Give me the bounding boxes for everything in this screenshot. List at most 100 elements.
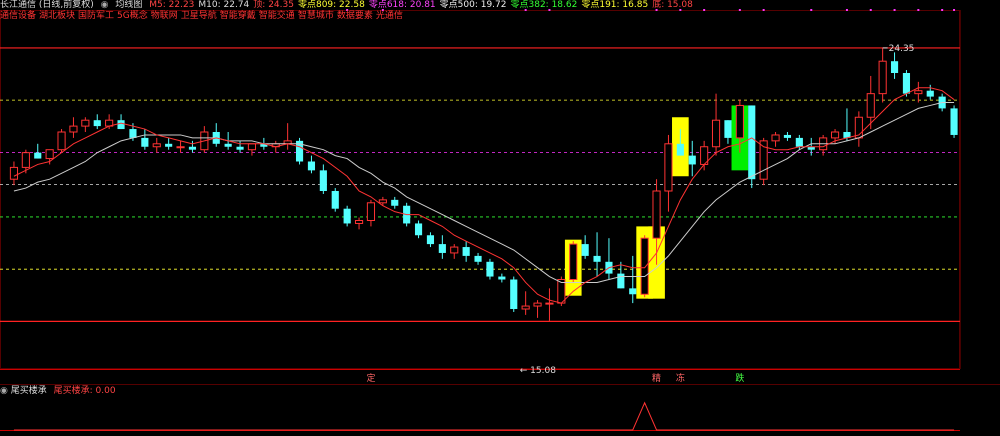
candle-body <box>34 152 42 159</box>
candle-body <box>748 105 756 180</box>
signal-label: 定 <box>366 372 375 384</box>
candle-body <box>188 146 197 150</box>
sub-chart-value: 尾买楼承: 0.00 <box>53 386 116 396</box>
indicator-icon: ◉ <box>100 0 109 10</box>
candle-body <box>688 155 696 165</box>
concept-tag[interactable]: 智能穿戴 <box>220 11 256 21</box>
ma-legend-item: M10: 22.74 <box>198 0 250 10</box>
candle-body <box>438 244 446 253</box>
main-chart-frame <box>0 10 960 369</box>
candle-body <box>533 302 542 307</box>
candle-body <box>557 279 566 304</box>
candle-body <box>378 199 387 204</box>
sub-chart-icon: ◉ <box>0 386 8 396</box>
candle-body <box>914 90 923 95</box>
ma-legend-item: M5: 22.23 <box>149 0 195 10</box>
concept-tag[interactable]: 智能交通 <box>259 11 295 21</box>
candle-body <box>652 190 661 239</box>
sub-chart-header: ◉ 尾买楼承 尾买楼承: 0.00 <box>0 386 116 396</box>
concept-tag[interactable]: 智慧城市 <box>298 11 334 21</box>
candle-body <box>676 143 684 156</box>
candle-body <box>521 305 530 310</box>
candle-body <box>307 161 316 171</box>
ma-legend-item: 底: 15.08 <box>652 0 693 10</box>
candle-body <box>795 137 803 147</box>
ma-legend-item: 顶: 24.35 <box>253 0 294 10</box>
candle-body <box>724 120 732 138</box>
candle-body <box>640 237 649 295</box>
candle-body <box>711 119 721 148</box>
candle-body <box>236 146 244 150</box>
candle-body <box>771 134 780 142</box>
candle-body <box>890 61 899 73</box>
candle-body <box>735 104 744 139</box>
candle-body <box>165 143 173 147</box>
candle-body <box>391 199 399 206</box>
signal-label: 精 <box>652 372 661 384</box>
candle-body <box>93 120 101 127</box>
concept-tag[interactable]: 卫星导航 <box>181 11 217 21</box>
candle-body <box>319 170 327 191</box>
concept-tag[interactable]: 数据要素 <box>337 11 373 21</box>
sub-chart-title[interactable]: 尾买楼承 <box>11 386 47 396</box>
concept-tag[interactable]: 湖北板块 <box>39 11 75 21</box>
sub-chart-series <box>13 401 955 431</box>
concept-tag[interactable]: 光通信 <box>376 11 403 21</box>
concept-tag[interactable]: 5G概念 <box>117 11 148 21</box>
chart-header: 长江通信 (日线,前复权) ◉ 均线图 M5: 22.23 M10: 22.74 顶… <box>0 0 1000 10</box>
candle-body <box>486 261 494 277</box>
candle-body <box>9 166 19 180</box>
ma-legend-item: 零点500: 19.72 <box>439 0 507 10</box>
concept-tag[interactable]: 物联网 <box>151 11 178 21</box>
ma-legend: M5: 22.23 M10: 22.74 顶: 24.35 零点809: 22.58 零… <box>149 0 697 10</box>
candle-body <box>152 143 161 148</box>
ma10-line <box>13 102 955 283</box>
candle-body <box>343 208 351 224</box>
signal-label: 冻 <box>676 372 685 384</box>
candle-body <box>783 134 792 138</box>
concept-tag[interactable]: 通信设备 <box>0 11 36 21</box>
candle-body <box>331 191 339 209</box>
candle-body <box>354 220 364 224</box>
stock-title[interactable]: 长江通信 (日线,前复权) <box>0 0 94 10</box>
candle-body <box>926 90 934 97</box>
candle-body <box>129 129 137 138</box>
candle-body <box>902 73 911 94</box>
high-label: 24.35 <box>889 44 915 54</box>
candle-body <box>510 279 518 309</box>
candle-body <box>45 149 54 160</box>
candle-body <box>617 273 625 289</box>
candle-body <box>69 125 78 133</box>
candle-body <box>878 60 887 95</box>
candle-body <box>117 120 125 130</box>
candle-body <box>57 131 66 151</box>
candle-body <box>247 143 257 151</box>
concept-tag[interactable]: 国防军工 <box>78 11 114 21</box>
candle-body <box>498 276 506 280</box>
candle-body <box>474 255 482 262</box>
candle-body <box>176 146 185 149</box>
candle-body <box>224 143 232 147</box>
candle-body <box>366 202 376 222</box>
chart-canvas: 24.35 ← 15.08 定 精 冻 跌 <box>0 9 1000 431</box>
ma-legend-item: 零点382: 18.62 <box>510 0 578 10</box>
candle-body <box>462 247 470 256</box>
concept-tags: 通信设备 湖北板块 国防军工 5G概念 物联网 卫星导航 智能穿戴 智能交通 智慧城市 数据要素光… <box>0 11 700 21</box>
signal-label: 跌 <box>735 373 744 384</box>
ma5-line <box>13 87 955 304</box>
candle-body <box>581 244 589 256</box>
candle-body <box>866 93 875 118</box>
candle-body <box>629 288 637 295</box>
indicator-title[interactable]: 均线图 <box>115 0 142 10</box>
candle-body <box>950 108 958 135</box>
candle-body <box>450 246 459 254</box>
candle-body <box>545 302 554 305</box>
ma-legend-item: 零点191: 16.85 <box>581 0 649 10</box>
candle-body <box>664 143 673 192</box>
candle-body <box>593 255 601 262</box>
candle-body <box>141 137 149 147</box>
candle-body <box>21 152 30 168</box>
candle-body <box>830 131 840 139</box>
candle-body <box>81 119 90 127</box>
candle-body <box>426 235 435 245</box>
